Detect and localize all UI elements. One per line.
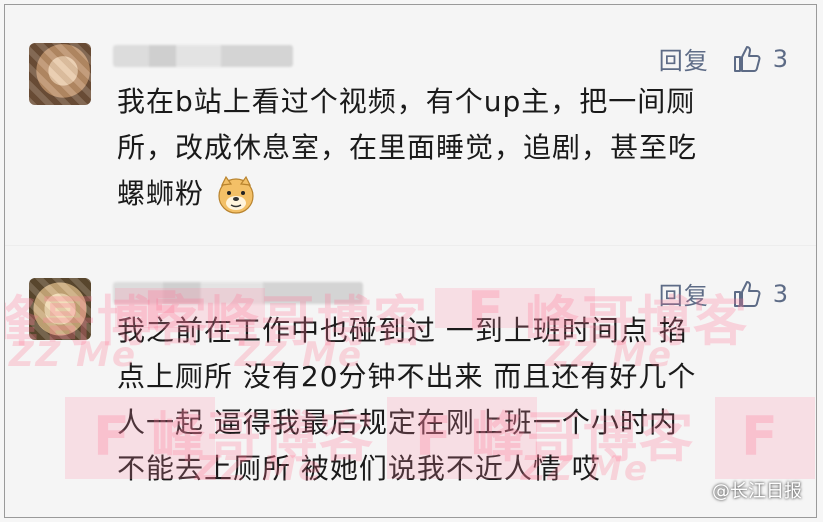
nickname-blurred bbox=[113, 282, 363, 304]
avatar[interactable] bbox=[29, 278, 91, 340]
like-count: 3 bbox=[772, 44, 788, 73]
comment-actions: 回复 3 bbox=[659, 276, 788, 311]
like-button[interactable]: 3 bbox=[731, 43, 788, 75]
comment-line: 点上厕所 没有20分钟不出来 而且还有好几个 bbox=[117, 360, 697, 393]
doge-emoji-icon bbox=[218, 175, 254, 214]
comment-actions: 回复 3 bbox=[659, 41, 788, 76]
comment-text: 我之前在工作中也碰到过 一到上班时间点 掐 点上厕所 没有20分钟不出来 而且还… bbox=[117, 308, 807, 492]
thumbs-up-icon bbox=[733, 45, 761, 72]
comment-line: 所，改成休息室，在里面睡觉，追剧，甚至吃 bbox=[117, 131, 698, 164]
comment-item: 回复 3 我之前在工作中也碰到过 一到上班时间点 掐 点上厕所 没有20分钟不出… bbox=[5, 245, 816, 517]
reply-button[interactable]: 回复 bbox=[659, 41, 709, 76]
comment-text: 我在b站上看过个视频，有个up主，把一间厕 所，改成休息室，在里面睡觉，追剧，甚… bbox=[117, 79, 807, 217]
nickname-blurred bbox=[113, 45, 293, 67]
comment-line-text: 螺蛳粉 bbox=[117, 177, 205, 210]
comment-line: 不能去上厕所 被她们说我不近人情 哎 bbox=[117, 452, 601, 485]
comment-line: 人一起 逼得我最后规定在刚上班一个小时内 bbox=[117, 406, 678, 439]
comment-line: 螺蛳粉 bbox=[117, 171, 807, 217]
comment-item: 回复 3 我在b站上看过个视频，有个up主，把一间厕 所，改成休息室，在里面睡觉… bbox=[5, 5, 816, 245]
comment-panel: 回复 3 我在b站上看过个视频，有个up主，把一间厕 所，改成休息室，在里面睡觉… bbox=[4, 4, 817, 518]
reply-button[interactable]: 回复 bbox=[659, 276, 709, 311]
comment-line: 我在b站上看过个视频，有个up主，把一间厕 bbox=[117, 85, 696, 118]
like-button[interactable]: 3 bbox=[731, 278, 788, 310]
comment-line: 我之前在工作中也碰到过 一到上班时间点 掐 bbox=[117, 314, 688, 347]
source-watermark: @长江日报 bbox=[712, 481, 802, 502]
avatar[interactable] bbox=[29, 43, 91, 105]
thumbs-up-icon bbox=[733, 280, 761, 307]
like-count: 3 bbox=[772, 279, 788, 308]
